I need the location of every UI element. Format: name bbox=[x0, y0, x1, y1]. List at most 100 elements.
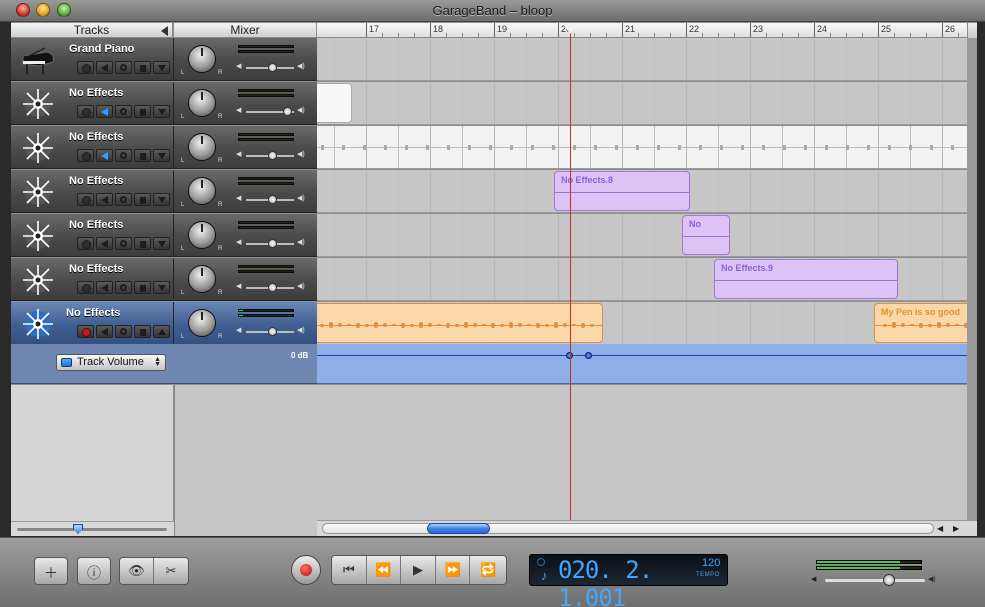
level-meter-right bbox=[238, 50, 294, 53]
show-automation-button[interactable] bbox=[153, 61, 170, 74]
zoom-slider-track[interactable] bbox=[17, 528, 167, 531]
record-enable-button[interactable] bbox=[77, 193, 94, 206]
record-enable-button[interactable] bbox=[77, 149, 94, 162]
audio-region[interactable]: No bbox=[682, 215, 730, 255]
audio-region[interactable] bbox=[317, 83, 352, 123]
pan-knob[interactable] bbox=[188, 133, 216, 161]
track-lane[interactable]: No Effects.9 bbox=[317, 258, 967, 301]
master-volume-knob[interactable] bbox=[883, 574, 895, 586]
track-info-button[interactable]: ⓘ bbox=[77, 557, 111, 585]
lock-button[interactable] bbox=[134, 61, 151, 74]
clock-icon bbox=[537, 558, 545, 566]
show-automation-button[interactable] bbox=[153, 325, 170, 338]
pan-left-glyph: L bbox=[181, 202, 185, 208]
mixer-divider bbox=[173, 302, 174, 345]
lock-button[interactable] bbox=[134, 325, 151, 338]
ruler-beat-tick bbox=[606, 33, 607, 37]
mute-button[interactable] bbox=[96, 193, 113, 206]
lcd-display[interactable]: ♪ 020. 2. 1.001 120 TEMPO bbox=[529, 554, 728, 607]
solo-button[interactable] bbox=[115, 281, 132, 294]
audio-region[interactable] bbox=[317, 303, 603, 343]
play-button[interactable]: ▶ bbox=[401, 556, 436, 584]
pan-knob[interactable] bbox=[188, 221, 216, 249]
empty-timeline-area[interactable] bbox=[317, 385, 967, 521]
show-automation-button[interactable] bbox=[153, 105, 170, 118]
lane-grid-line bbox=[942, 214, 943, 256]
audio-region[interactable]: My Pen is so good bbox=[874, 303, 967, 343]
scrollbar-thumb[interactable] bbox=[427, 523, 490, 534]
mute-button[interactable] bbox=[96, 149, 113, 162]
cycle-button[interactable]: 🔁 bbox=[470, 556, 506, 584]
rewind-button[interactable]: ⏪ bbox=[366, 556, 402, 584]
scroll-left-arrow-icon[interactable]: ◀ bbox=[937, 524, 943, 533]
lock-button[interactable] bbox=[134, 149, 151, 162]
mute-button[interactable] bbox=[96, 105, 113, 118]
record-button[interactable] bbox=[291, 555, 321, 585]
record-enable-button[interactable] bbox=[77, 237, 94, 250]
ruler-bar-number: 21 bbox=[625, 24, 636, 34]
lock-button[interactable] bbox=[134, 237, 151, 250]
horizontal-scrollbar[interactable]: ◀ ▶ bbox=[317, 520, 977, 536]
star-burst-icon[interactable] bbox=[17, 86, 59, 122]
pan-knob[interactable] bbox=[188, 309, 216, 337]
pan-knob[interactable] bbox=[188, 265, 216, 293]
playhead-line[interactable] bbox=[570, 30, 571, 520]
automation-lane[interactable] bbox=[317, 344, 967, 384]
pan-knob[interactable] bbox=[188, 45, 216, 73]
star-burst-icon[interactable] bbox=[17, 130, 59, 166]
audio-region[interactable]: No Effects.8 bbox=[554, 171, 690, 211]
loop-browser-button[interactable]: 👁 bbox=[120, 558, 155, 584]
automation-point[interactable] bbox=[585, 352, 592, 359]
pan-knob[interactable] bbox=[188, 89, 216, 117]
media-browser-button[interactable]: ✂ bbox=[154, 558, 188, 584]
playhead-handle[interactable] bbox=[563, 24, 577, 34]
track-volume-knob[interactable] bbox=[282, 107, 292, 116]
solo-button[interactable] bbox=[115, 237, 132, 250]
solo-button[interactable] bbox=[115, 325, 132, 338]
mute-button[interactable] bbox=[96, 325, 113, 338]
pan-knob[interactable] bbox=[188, 177, 216, 205]
show-automation-button[interactable] bbox=[153, 281, 170, 294]
star-burst-icon[interactable] bbox=[17, 218, 59, 254]
go-to-beginning-button[interactable]: ⏮ bbox=[332, 556, 367, 584]
mute-button[interactable] bbox=[96, 237, 113, 250]
star-burst-icon[interactable] bbox=[17, 262, 59, 298]
grand-piano-icon[interactable] bbox=[17, 42, 59, 78]
mute-button[interactable] bbox=[96, 281, 113, 294]
lock-button[interactable] bbox=[134, 105, 151, 118]
record-enable-button[interactable] bbox=[77, 281, 94, 294]
record-enable-button[interactable] bbox=[77, 61, 94, 74]
scrollbar-track[interactable] bbox=[322, 523, 934, 534]
zoom-slider-thumb[interactable] bbox=[73, 524, 83, 534]
star-burst-icon[interactable] bbox=[17, 174, 59, 210]
record-enable-button[interactable] bbox=[77, 105, 94, 118]
show-automation-button[interactable] bbox=[153, 193, 170, 206]
track-lane[interactable]: My Pen is so good bbox=[317, 302, 967, 345]
automation-enable-checkbox[interactable] bbox=[61, 358, 72, 367]
audio-region[interactable]: No Effects.9 bbox=[714, 259, 898, 299]
show-automation-button[interactable] bbox=[153, 149, 170, 162]
track-lane[interactable] bbox=[317, 38, 967, 81]
track-lane[interactable]: No bbox=[317, 214, 967, 257]
track-lane[interactable]: No Effects.8 bbox=[317, 170, 967, 213]
fast-forward-button[interactable]: ⏩ bbox=[435, 556, 471, 584]
add-track-button[interactable]: ＋ bbox=[34, 557, 68, 585]
show-automation-button[interactable] bbox=[153, 237, 170, 250]
solo-button[interactable] bbox=[115, 61, 132, 74]
scroll-right-arrow-icon[interactable]: ▶ bbox=[953, 524, 959, 533]
track-lane[interactable] bbox=[317, 82, 967, 125]
master-volume-slider[interactable] bbox=[825, 579, 925, 582]
lane-grid-line bbox=[718, 170, 719, 212]
solo-button[interactable] bbox=[115, 149, 132, 162]
solo-button[interactable] bbox=[115, 105, 132, 118]
timeline-ruler[interactable]: 17 18 19 20 21 22 23 24 25 26 bbox=[317, 23, 967, 38]
collapse-mixer-triangle-icon[interactable] bbox=[161, 26, 168, 36]
lock-button[interactable] bbox=[134, 281, 151, 294]
record-enable-button[interactable] bbox=[77, 325, 94, 338]
star-burst-icon[interactable] bbox=[17, 306, 59, 342]
mute-button[interactable] bbox=[96, 61, 113, 74]
track-lane[interactable] bbox=[317, 126, 967, 169]
solo-button[interactable] bbox=[115, 193, 132, 206]
automation-parameter-select[interactable]: Track Volume ▲ ▼ bbox=[56, 354, 166, 371]
lock-button[interactable] bbox=[134, 193, 151, 206]
